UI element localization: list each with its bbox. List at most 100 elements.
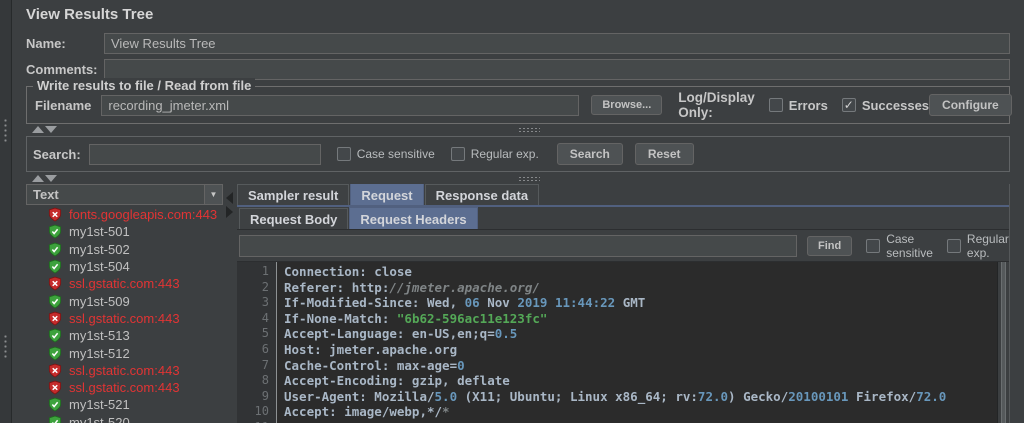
code-segment: 2019: [517, 295, 548, 311]
search-case-label: Case sensitive: [356, 147, 435, 161]
code-line[interactable]: Accept: image/webp,*/*: [284, 404, 997, 420]
log-display-only-label: Log/Display Only:: [678, 90, 755, 120]
tree-item-error[interactable]: ssl.gstatic.com:443: [26, 362, 223, 379]
tree-item-success[interactable]: my1st-513: [26, 327, 223, 344]
tree-item-error[interactable]: ssl.gstatic.com:443: [26, 275, 223, 292]
display-format-dropdown[interactable]: Text ▼: [26, 184, 223, 205]
search-input[interactable]: [88, 143, 321, 165]
errors-checkbox[interactable]: [768, 98, 783, 112]
tree-item-label: ssl.gstatic.com:443: [69, 276, 180, 292]
collapse-left-icon[interactable]: [226, 192, 233, 204]
comments-input[interactable]: [104, 58, 1010, 80]
code-segment: 5.0: [434, 388, 458, 404]
collapse-right-icon[interactable]: [226, 206, 233, 218]
search-button[interactable]: Search: [556, 143, 623, 165]
browse-button[interactable]: Browse...: [591, 95, 663, 115]
comments-label: Comments:: [26, 61, 98, 77]
configure-button[interactable]: Configure: [929, 94, 1012, 116]
code-segment: Referer: http:: [284, 279, 390, 295]
code-segment: 72.0: [916, 388, 947, 404]
errors-checkbox-group: Errors: [768, 98, 828, 113]
code-line[interactable]: If-None-Match: "6b62-596ac11e123fc": [284, 311, 997, 327]
search-regex-checkbox[interactable]: [450, 147, 465, 161]
tab-response-data[interactable]: Response data: [424, 184, 540, 205]
collapse-down-icon[interactable]: [45, 126, 57, 133]
tree-item-label: my1st-521: [69, 397, 130, 413]
successes-checkbox[interactable]: ✓: [841, 98, 856, 112]
reset-button[interactable]: Reset: [634, 143, 694, 165]
tree-item-label: my1st-512: [69, 345, 130, 361]
code-line[interactable]: Accept-Encoding: gzip, deflate: [284, 373, 997, 389]
line-number: 9: [261, 388, 269, 403]
code-line[interactable]: Connection: close: [284, 264, 997, 280]
tree-item-error[interactable]: ssl.gstatic.com:443: [26, 379, 223, 396]
code-segment: Cache-Control: max-age=: [284, 357, 458, 373]
tree-item-success[interactable]: my1st-521: [26, 396, 223, 413]
horizontal-splitter-bottom[interactable]: [26, 174, 1010, 183]
splitter-grip-icon[interactable]: [518, 176, 540, 181]
tree-item-label: my1st-502: [69, 241, 130, 257]
status-shield-icon: [48, 415, 62, 423]
tab-sampler-result[interactable]: Sampler result: [237, 184, 350, 205]
subtab-request-headers[interactable]: Request Headers: [349, 207, 478, 229]
tree-item-success[interactable]: my1st-509: [26, 292, 223, 309]
collapse-up-icon[interactable]: [32, 126, 44, 133]
results-area: Text ▼ fonts.googleapis.com:443 my1st-50…: [26, 184, 1010, 423]
find-button[interactable]: Find: [807, 235, 853, 256]
name-input[interactable]: [104, 32, 1010, 54]
splitter-drag-handle[interactable]: [3, 118, 8, 144]
code-line[interactable]: Accept-Language: en-US,en;q=0.5: [284, 326, 997, 342]
code-line[interactable]: Cache-Control: max-age=0: [284, 358, 997, 374]
code-line[interactable]: If-Modified-Since: Wed, 06 Nov 2019 11:4…: [284, 295, 997, 311]
line-number: 6: [261, 341, 269, 356]
tree-item-success[interactable]: my1st-520: [26, 414, 223, 423]
status-shield-icon: [48, 328, 62, 343]
tree-item-success[interactable]: my1st-504: [26, 258, 223, 275]
status-shield-icon: [48, 294, 62, 309]
scrollbar-thumb[interactable]: [1001, 262, 1006, 423]
status-shield-icon: [48, 397, 62, 412]
find-regex-label: Regular exp.: [966, 231, 1009, 260]
find-regex-checkbox[interactable]: [946, 238, 961, 253]
code-line[interactable]: User-Agent: Mozilla/5.0 (X11; Ubuntu; Li…: [284, 389, 997, 405]
request-subtabs: Request Body Request Headers: [237, 207, 1009, 230]
request-headers-editor[interactable]: 1234567891011 Connection: closeReferer: …: [237, 261, 1009, 423]
vertical-splitter[interactable]: [223, 184, 237, 423]
code-area[interactable]: Connection: close Referer: http://jmeter.…: [277, 262, 997, 423]
find-input[interactable]: [239, 234, 797, 257]
subtab-request-body[interactable]: Request Body: [239, 208, 349, 229]
code-segment: Firefox/: [848, 388, 917, 404]
jmeter-view-results-tree-window: View Results Tree Name: Comments: Write …: [0, 0, 1024, 423]
status-shield-icon: [48, 380, 62, 395]
editor-scrollbar[interactable]: [997, 262, 1009, 423]
tree-item-label: my1st-504: [69, 259, 130, 275]
tree-item-label: my1st-520: [69, 414, 130, 423]
find-case-checkbox[interactable]: [866, 238, 881, 253]
tree-item-label: my1st-501: [69, 224, 130, 240]
code-line[interactable]: Referer: http://jmeter.apache.org/: [284, 280, 997, 296]
search-case-checkbox[interactable]: [336, 147, 351, 161]
filename-input[interactable]: [101, 94, 580, 116]
name-row: Name:: [26, 32, 1010, 54]
find-case-checkbox-group: Case sensitive: [866, 232, 933, 260]
collapse-up-icon[interactable]: [32, 175, 44, 182]
tree-item-success[interactable]: my1st-502: [26, 241, 223, 258]
tree-item-error[interactable]: ssl.gstatic.com:443: [26, 310, 223, 327]
tab-request[interactable]: Request: [350, 184, 424, 205]
splitter-grip-icon[interactable]: [518, 127, 540, 132]
status-shield-icon: [48, 276, 62, 291]
code-line[interactable]: Host: jmeter.apache.org: [284, 342, 997, 358]
chevron-down-icon[interactable]: ▼: [204, 185, 222, 204]
collapse-down-icon[interactable]: [45, 175, 57, 182]
window-left-splitter[interactable]: [0, 0, 12, 423]
horizontal-splitter-top[interactable]: [26, 125, 1010, 134]
tree-item-error[interactable]: fonts.googleapis.com:443: [26, 206, 223, 223]
tree-item-success[interactable]: my1st-512: [26, 344, 223, 361]
splitter-drag-handle[interactable]: [3, 334, 8, 360]
code-segment: Host: jmeter.apache.org: [284, 341, 458, 357]
tree-item-label: my1st-513: [69, 328, 130, 344]
code-segment: Accept-Encoding: gzip, deflate: [284, 373, 510, 389]
status-shield-icon: [48, 259, 62, 274]
tree-item-success[interactable]: my1st-501: [26, 223, 223, 240]
